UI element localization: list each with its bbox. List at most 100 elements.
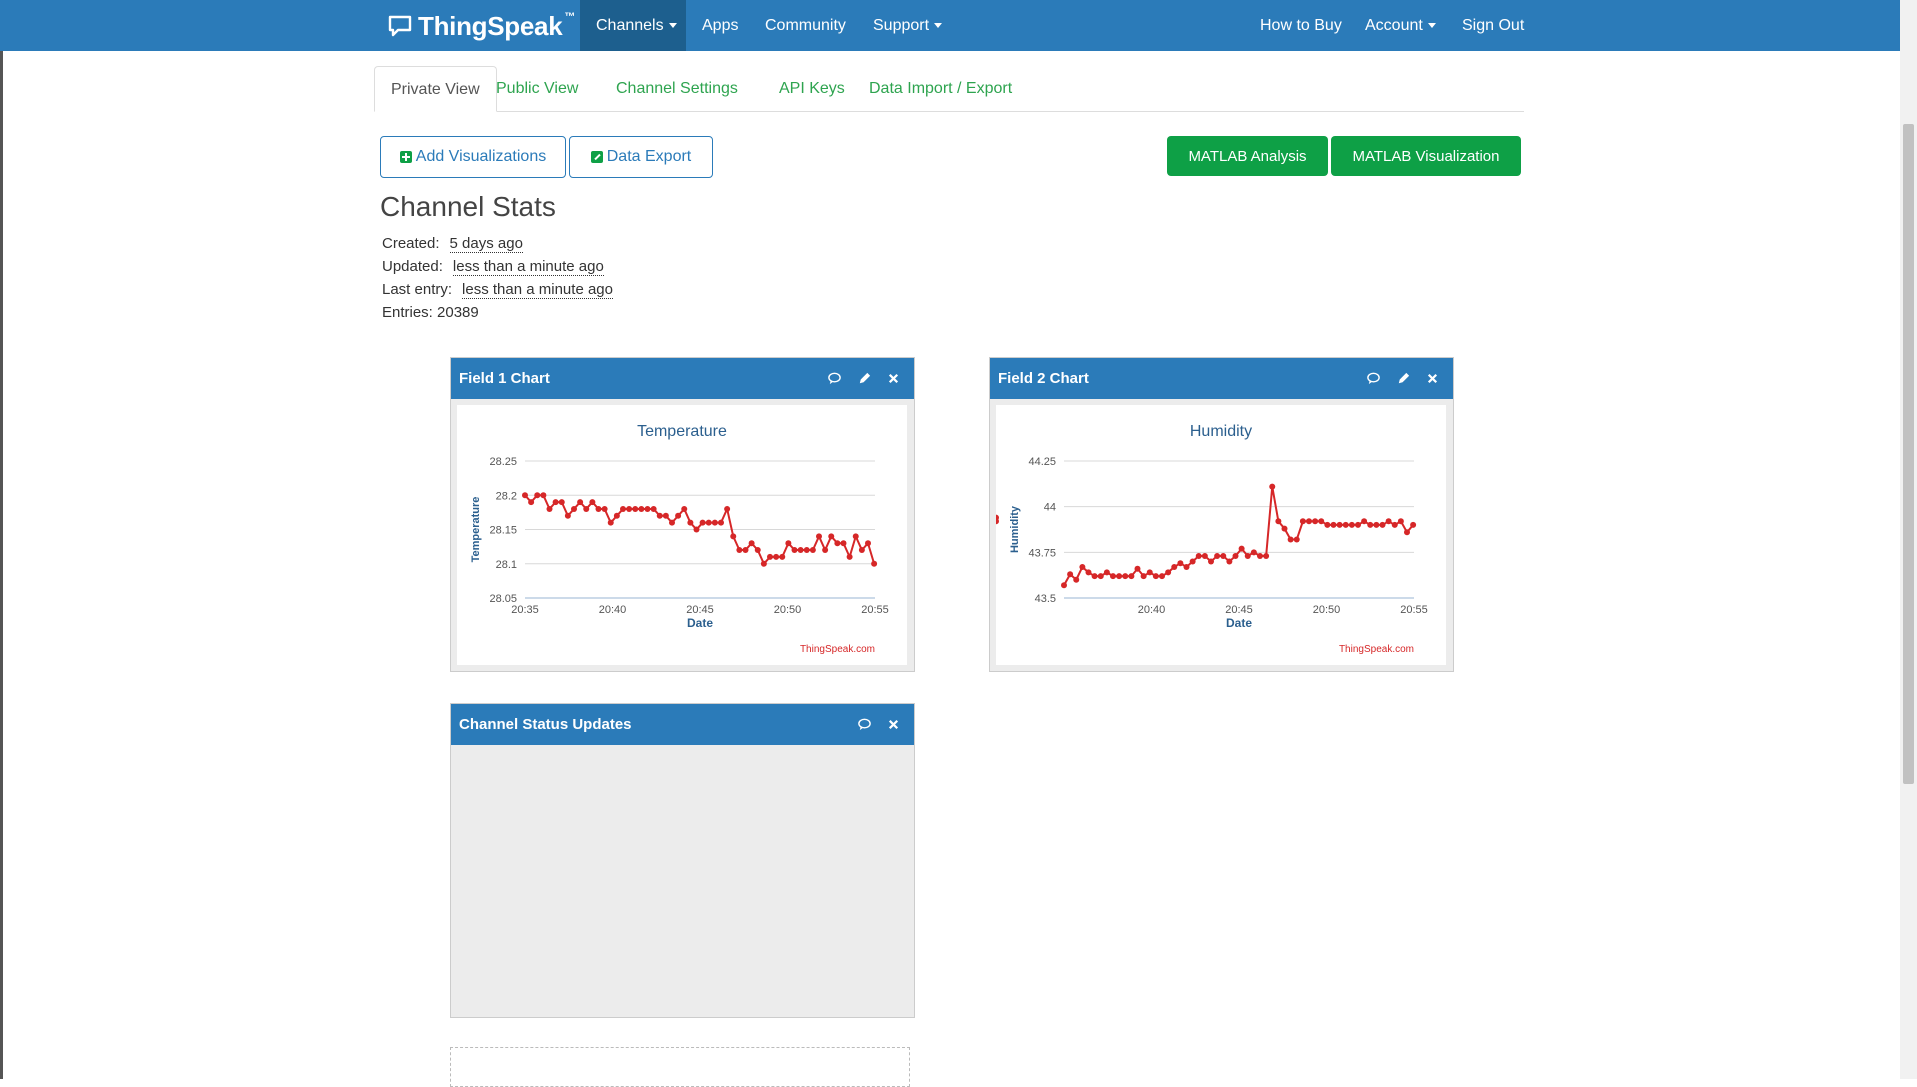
data-point <box>1367 521 1374 528</box>
data-point <box>1281 525 1288 532</box>
data-point <box>1091 573 1098 580</box>
data-point <box>1336 521 1343 528</box>
scrollbar-thumb[interactable] <box>1903 124 1914 784</box>
data-point <box>724 505 731 512</box>
data-point <box>1361 518 1368 525</box>
data-export-button[interactable]: Data Export <box>569 136 713 178</box>
data-point <box>699 519 706 526</box>
close-icon[interactable] <box>1425 371 1440 386</box>
y-tick-label: 43.75 <box>1028 547 1056 559</box>
data-point <box>669 519 675 526</box>
stat-last-entry: Last entry: less than a minute ago <box>382 281 613 299</box>
field-2-chart-widget: Field 2 Chart Humidity 44.25 44 43.75 43.5 20… <box>989 357 1454 672</box>
close-icon[interactable] <box>886 371 901 386</box>
data-point <box>577 499 584 506</box>
data-point <box>858 547 865 554</box>
data-point <box>1226 558 1233 565</box>
data-point <box>718 519 724 526</box>
data-point <box>638 505 645 512</box>
data-point <box>644 505 651 512</box>
x-tick-label: 20:55 <box>1400 604 1428 616</box>
close-icon[interactable] <box>886 717 901 732</box>
data-point <box>1232 552 1239 559</box>
data-point <box>595 505 602 512</box>
data-point <box>1373 521 1380 528</box>
tab-api-keys[interactable]: API Keys <box>763 66 861 111</box>
nav-apps-label: Apps <box>702 17 739 34</box>
data-point <box>1257 552 1263 559</box>
tab-private-view[interactable]: Private View <box>374 66 497 112</box>
caret-down-icon <box>1427 23 1436 29</box>
data-point <box>803 547 810 554</box>
nav-channels-dropdown[interactable]: Channels <box>580 0 686 51</box>
add-visualizations-button[interactable]: Add Visualizations <box>380 136 566 178</box>
data-point <box>1165 569 1172 576</box>
nav-account-dropdown[interactable]: Account <box>1349 0 1452 51</box>
matlab-analysis-button[interactable]: MATLAB Analysis <box>1167 136 1328 176</box>
tab-channel-settings[interactable]: Channel Settings <box>600 66 754 111</box>
caret-down-icon <box>934 23 943 29</box>
matlab-analysis-label: MATLAB Analysis <box>1188 147 1307 165</box>
data-point <box>828 533 835 540</box>
data-point <box>607 519 614 526</box>
data-point <box>834 540 841 547</box>
stat-created-label: Created: <box>382 235 440 252</box>
nav-apps[interactable]: Apps <box>686 0 754 51</box>
brand-logo[interactable]: ThingSpeak ™ <box>388 10 575 42</box>
comment-icon[interactable] <box>827 371 842 386</box>
data-point <box>1220 552 1227 559</box>
matlab-visualization-button[interactable]: MATLAB Visualization <box>1331 136 1521 176</box>
data-point <box>1348 521 1355 528</box>
data-point <box>1238 545 1245 552</box>
x-tick-label: 20:40 <box>599 604 627 616</box>
data-point <box>1385 518 1392 525</box>
field-1-chart-header: Field 1 Chart <box>451 358 914 399</box>
data-point <box>1134 565 1141 572</box>
channel-status-updates-header: Channel Status Updates <box>451 704 914 745</box>
nav-support-dropdown[interactable]: Support <box>857 0 958 51</box>
data-point <box>1208 558 1214 565</box>
data-point <box>1275 518 1282 525</box>
chart-title: Temperature <box>637 423 727 440</box>
field-2-chart-frame: Humidity 44.25 44 43.75 43.5 20:40 20:45 20:50 2… <box>993 405 1446 665</box>
stat-entries-value: 20389 <box>437 304 479 321</box>
chart-credit: ThingSpeak.com <box>1339 644 1414 655</box>
data-point <box>1410 521 1417 528</box>
data-point <box>650 505 657 512</box>
nav-how-to-buy[interactable]: How to Buy <box>1244 0 1358 51</box>
y-axis-label: Temperature <box>470 497 482 563</box>
tab-data-import-export[interactable]: Data Import / Export <box>853 66 1028 111</box>
data-point <box>564 512 571 519</box>
data-export-label: Data Export <box>606 148 692 165</box>
channel-status-updates-title: Channel Status Updates <box>459 716 632 733</box>
data-point <box>662 512 669 519</box>
data-point <box>620 505 626 512</box>
data-point <box>583 505 590 512</box>
data-point <box>852 533 859 540</box>
comment-icon[interactable] <box>857 717 872 732</box>
nav-support-label: Support <box>873 17 930 34</box>
stat-updated-label: Updated: <box>382 258 443 275</box>
tab-public-view[interactable]: Public View <box>480 66 594 111</box>
comment-icon[interactable] <box>1366 371 1381 386</box>
pencil-icon[interactable] <box>857 371 872 386</box>
nav-channels-label: Channels <box>596 17 664 34</box>
pencil-icon[interactable] <box>1396 371 1411 386</box>
data-point <box>626 505 633 512</box>
nav-sign-out[interactable]: Sign Out <box>1446 0 1540 51</box>
data-point <box>1379 521 1386 528</box>
stat-updated-value: less than a minute ago <box>452 258 604 276</box>
stat-entries-label: Entries: <box>382 304 433 321</box>
x-tick-label: 20:45 <box>686 604 714 616</box>
nav-sign-out-label: Sign Out <box>1462 17 1525 34</box>
data-point <box>865 540 871 547</box>
data-point <box>1159 573 1165 580</box>
vertical-scrollbar[interactable] <box>1900 0 1917 1079</box>
data-point <box>1183 563 1190 570</box>
nav-account-label: Account <box>1365 17 1423 34</box>
nav-community[interactable]: Community <box>749 0 862 51</box>
data-point <box>1244 552 1251 559</box>
data-point <box>705 519 712 526</box>
data-point <box>1293 536 1300 543</box>
data-point <box>687 519 694 526</box>
